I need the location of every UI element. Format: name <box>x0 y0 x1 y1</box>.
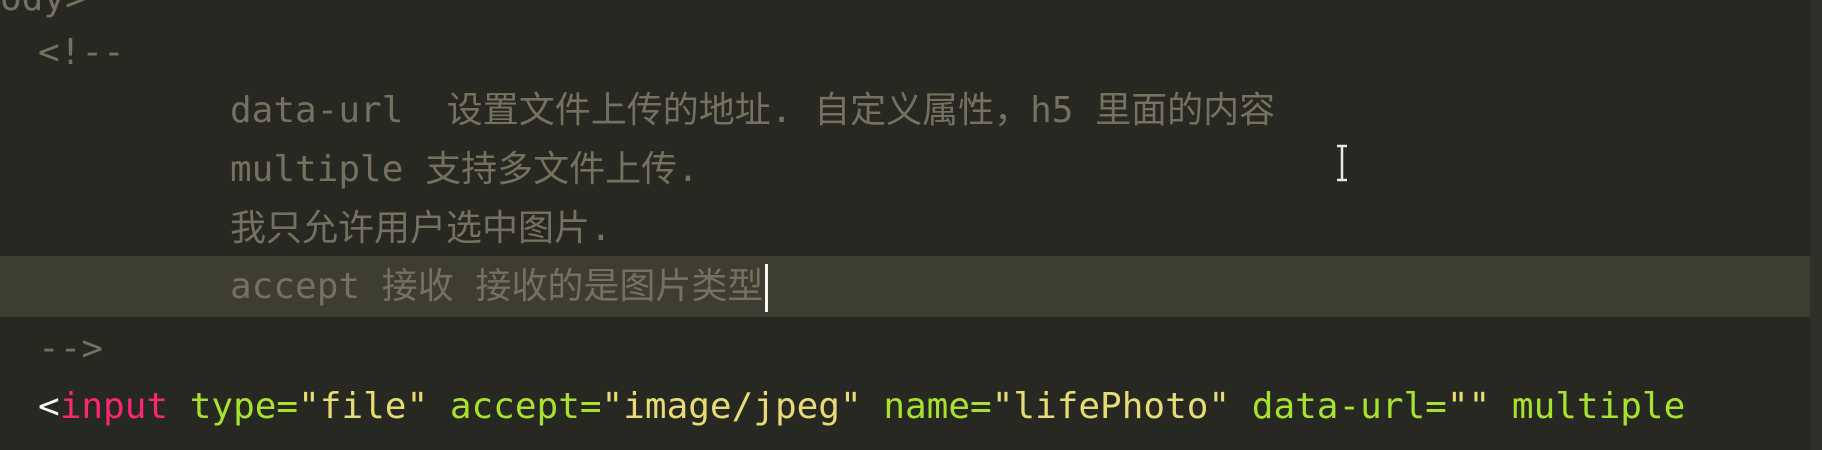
attr-data-url-value: "" <box>1446 386 1491 427</box>
code-line-current-accept[interactable]: accept 接收 接收的是图片类型 <box>0 256 1822 317</box>
tag-open-bracket: < <box>38 386 60 427</box>
code-text: ody> <box>0 0 87 19</box>
code-text: 我只允许用户选中图片. <box>230 208 612 249</box>
attr-multiple-name: multiple <box>1490 386 1686 427</box>
ibeam-cursor-icon <box>1337 144 1347 182</box>
code-text: data-url 设置文件上传的地址. 自定义属性，h5 里面的内容 <box>230 90 1276 131</box>
tag-name: input <box>59 386 169 427</box>
code-text: accept 接收 接收的是图片类型 <box>230 266 764 307</box>
attr-data-url-name: data-url= <box>1230 386 1447 427</box>
code-editor[interactable]: ody> <!-- data-url 设置文件上传的地址. 自定义属性，h5 里… <box>0 0 1822 450</box>
code-line-comment-data-url: data-url 设置文件上传的地址. 自定义属性，h5 里面的内容 <box>0 80 1822 141</box>
code-text: <!-- <box>38 32 125 73</box>
attr-name-value: "lifePhoto" <box>991 386 1231 427</box>
code-line-comment-multiple: multiple 支持多文件上传. <box>0 139 1822 200</box>
code-text: --> <box>38 328 104 369</box>
text-caret <box>765 264 769 312</box>
attr-accept-name: accept= <box>428 386 602 427</box>
attr-type-value: "file" <box>298 386 429 427</box>
attr-accept-value: "image/jpeg" <box>601 386 862 427</box>
attr-name-name: name= <box>861 386 992 427</box>
code-line-input-tag: <input type="file" accept="image/jpeg" n… <box>0 376 1822 437</box>
code-text: multiple 支持多文件上传. <box>230 149 699 190</box>
code-line-comment-close: --> <box>0 318 1822 379</box>
code-line-comment-images-only: 我只允许用户选中图片. <box>0 198 1822 259</box>
vertical-scrollbar[interactable] <box>1810 0 1822 450</box>
code-line-comment-open: <!-- <box>0 22 1822 83</box>
attr-type-name: type= <box>168 386 299 427</box>
